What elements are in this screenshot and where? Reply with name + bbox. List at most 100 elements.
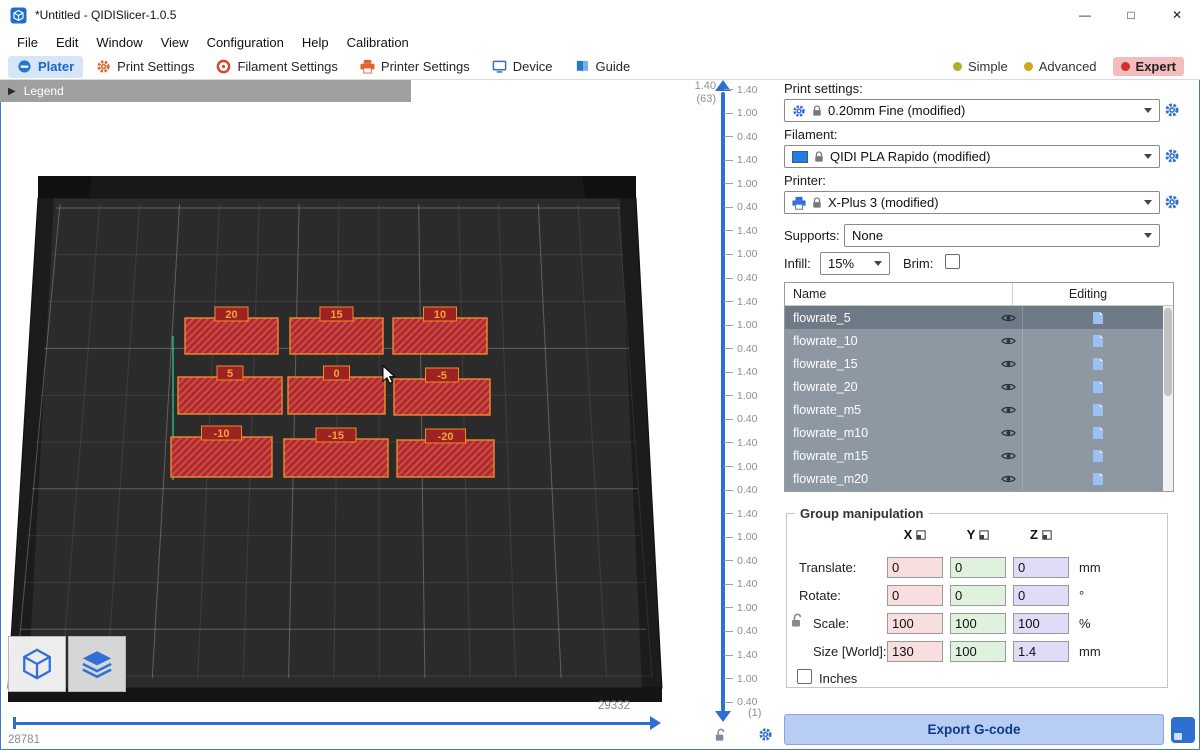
menu-item-configuration[interactable]: Configuration (198, 32, 293, 53)
group-manipulation-panel: Group manipulation X Y Z Translate: mm R… (786, 506, 1168, 688)
scale-y-input[interactable] (950, 613, 1006, 634)
slider-lock-icon[interactable] (714, 728, 727, 743)
object-row[interactable]: flowrate_m20 (785, 467, 1173, 490)
eye-icon[interactable] (994, 474, 1022, 484)
inches-checkbox[interactable] (797, 669, 812, 684)
rotate-x-input[interactable] (887, 585, 943, 606)
scale-x-input[interactable] (887, 613, 943, 634)
tab-label: Filament Settings (237, 59, 337, 74)
editing-icon[interactable] (1022, 398, 1173, 421)
eye-icon[interactable] (994, 359, 1022, 369)
editing-icon[interactable] (1022, 444, 1173, 467)
uniform-scale-lock-icon[interactable] (790, 613, 804, 629)
minimize-button[interactable]: — (1062, 0, 1108, 30)
view-3d-button[interactable] (8, 636, 66, 692)
size-x-input[interactable] (887, 641, 943, 662)
print-settings-combo[interactable]: 0.20mm Fine (modified) (784, 99, 1160, 122)
editing-icon[interactable] (1022, 352, 1173, 375)
print-settings-gear-button[interactable] (1164, 102, 1180, 118)
scrollbar-thumb[interactable] (1164, 308, 1172, 396)
menu-item-help[interactable]: Help (293, 32, 338, 53)
size-y-input[interactable] (950, 641, 1006, 662)
object-row[interactable]: flowrate_20 (785, 375, 1173, 398)
object-row[interactable]: flowrate_m10 (785, 421, 1173, 444)
object-row[interactable]: flowrate_10 (785, 329, 1173, 352)
menu-item-view[interactable]: View (152, 32, 198, 53)
legend-expand-arrow-icon[interactable]: ▶ (8, 86, 16, 97)
eye-icon[interactable] (994, 451, 1022, 461)
infill-value: 15% (828, 256, 854, 271)
layer-slider-bottom-handle[interactable] (715, 711, 731, 722)
translate-z-input[interactable] (1013, 557, 1069, 578)
h-slider-track[interactable] (14, 722, 650, 725)
filament-combo[interactable]: QIDI PLA Rapido (modified) (784, 145, 1160, 168)
infill-combo[interactable]: 15% (820, 252, 890, 275)
maximize-button[interactable]: □ (1108, 0, 1154, 30)
mode-expert[interactable]: Expert (1113, 57, 1184, 76)
filament-gear-button[interactable] (1164, 148, 1180, 164)
object-row[interactable]: flowrate_m15 (785, 444, 1173, 467)
send-to-printer-icon (1170, 716, 1196, 744)
world-coordinates-icon[interactable] (916, 530, 926, 540)
tab-device[interactable]: Device (483, 56, 562, 78)
list-scrollbar[interactable] (1163, 306, 1173, 491)
legend-label: Legend (24, 84, 64, 98)
layers-icon (80, 647, 114, 681)
tab-print-settings[interactable]: Print Settings (87, 56, 203, 78)
svg-text:-20: -20 (438, 431, 454, 443)
printer-gear-button[interactable] (1164, 194, 1180, 210)
view-layers-button[interactable] (68, 636, 126, 692)
export-gcode-button[interactable]: Export G-code (784, 714, 1164, 745)
tab-guide[interactable]: Guide (566, 56, 640, 78)
layer-tick: 0.40 (724, 202, 757, 213)
tab-printer-settings[interactable]: Printer Settings (351, 56, 479, 78)
menu-item-window[interactable]: Window (87, 32, 151, 53)
menu-item-edit[interactable]: Edit (47, 32, 87, 53)
menu-item-file[interactable]: File (8, 32, 47, 53)
eye-icon[interactable] (994, 428, 1022, 438)
object-row[interactable]: flowrate_m5 (785, 398, 1173, 421)
rotate-label: Rotate: (799, 588, 841, 603)
translate-x-input[interactable] (887, 557, 943, 578)
object-list: Name Editing flowrate_5flowrate_10flowra… (784, 282, 1174, 492)
printer-icon (360, 59, 375, 74)
translate-y-input[interactable] (950, 557, 1006, 578)
editing-icon[interactable] (1022, 375, 1173, 398)
layer-tick: 1.00 (724, 249, 757, 260)
eye-icon[interactable] (994, 382, 1022, 392)
close-button[interactable]: ✕ (1154, 0, 1200, 30)
tab-filament-settings[interactable]: Filament Settings (207, 56, 346, 78)
editing-icon[interactable] (1022, 306, 1173, 329)
mode-simple[interactable]: Simple (953, 59, 1008, 74)
supports-combo[interactable]: None (844, 224, 1160, 247)
world-coordinates-icon[interactable] (979, 530, 989, 540)
object-row[interactable]: flowrate_15 (785, 352, 1173, 375)
eye-icon[interactable] (994, 313, 1022, 323)
printer-combo[interactable]: X-Plus 3 (modified) (784, 191, 1160, 214)
object-row[interactable]: flowrate_5 (785, 306, 1173, 329)
slider-gear-icon[interactable] (758, 727, 773, 742)
infill-label: Infill: (784, 256, 811, 271)
eye-icon[interactable] (994, 405, 1022, 415)
mode-advanced[interactable]: Advanced (1024, 59, 1097, 74)
editing-icon[interactable] (1022, 421, 1173, 444)
h-slider-arrow-icon[interactable] (650, 716, 661, 730)
legend-bar[interactable]: ▶ Legend (0, 80, 411, 102)
brim-checkbox[interactable] (945, 254, 960, 269)
eye-icon[interactable] (994, 336, 1022, 346)
print-settings-value: 0.20mm Fine (modified) (828, 103, 965, 118)
layer-tick: 0.40 (724, 343, 757, 354)
rotate-z-input[interactable] (1013, 585, 1069, 606)
send-to-printer-button[interactable] (1170, 716, 1196, 744)
axis-z-label: Z (1030, 527, 1038, 542)
tab-plater[interactable]: Plater (8, 56, 83, 78)
editing-icon[interactable] (1022, 467, 1173, 490)
rotate-y-input[interactable] (950, 585, 1006, 606)
size-z-input[interactable] (1013, 641, 1069, 662)
chevron-down-icon (1144, 154, 1152, 159)
world-coordinates-icon[interactable] (1042, 530, 1052, 540)
layer-tick: 1.00 (724, 673, 757, 684)
menu-item-calibration[interactable]: Calibration (338, 32, 418, 53)
scale-z-input[interactable] (1013, 613, 1069, 634)
editing-icon[interactable] (1022, 329, 1173, 352)
